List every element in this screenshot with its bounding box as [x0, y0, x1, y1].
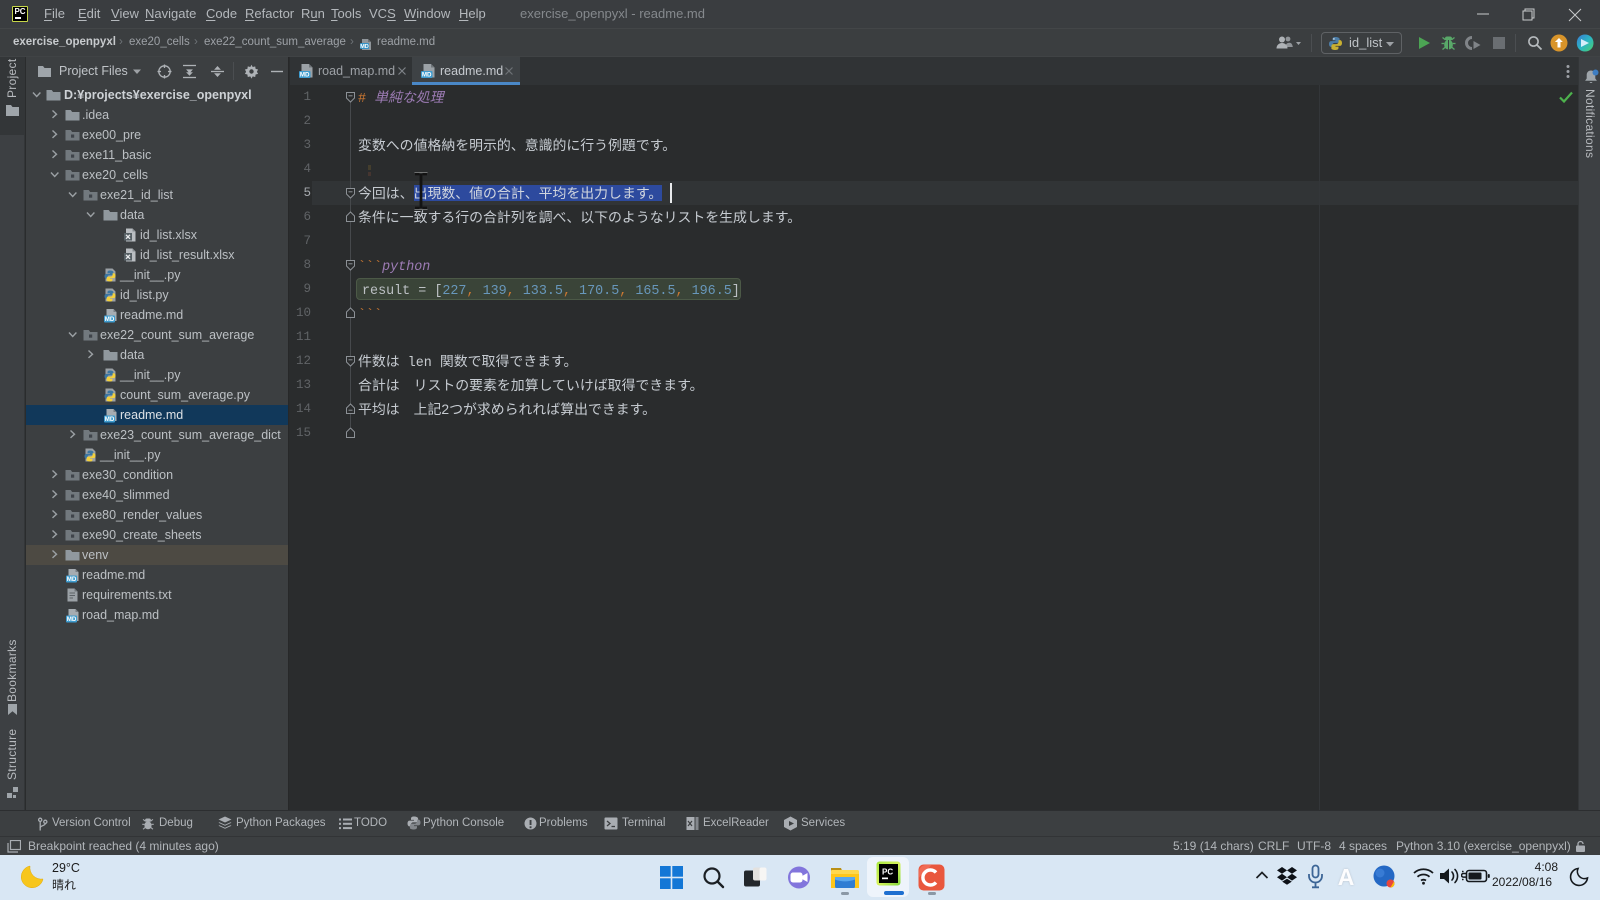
svg-text:MD: MD: [105, 416, 115, 423]
svg-text:MD: MD: [360, 44, 369, 50]
svg-text:MD: MD: [105, 316, 115, 323]
svg-text:PC: PC: [882, 868, 893, 877]
svg-text:MD: MD: [300, 72, 310, 79]
svg-text:MD: MD: [67, 576, 77, 583]
svg-text:MD: MD: [67, 616, 77, 623]
svg-text:MD: MD: [422, 72, 432, 79]
